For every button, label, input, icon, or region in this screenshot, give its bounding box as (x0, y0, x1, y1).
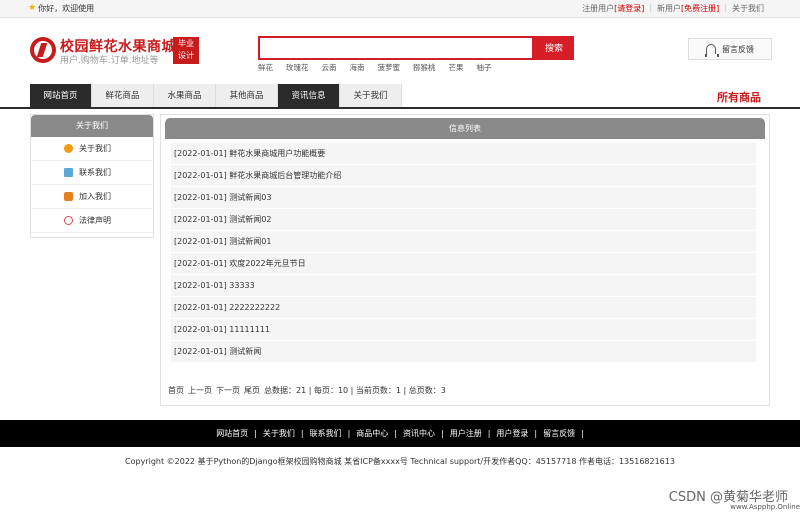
site-subtitle: 用户.购物车.订单.地址等 (60, 56, 159, 66)
hotword-link[interactable]: 柚子 (477, 62, 492, 73)
tab-about[interactable]: 关于我们 (340, 84, 402, 108)
sidebar-item-label: 联系我们 (79, 168, 111, 177)
hotword-link[interactable]: 云南 (322, 62, 337, 73)
sidebar-item-join[interactable]: 加入我们 (31, 185, 153, 209)
tab-news[interactable]: 资讯信息 (278, 84, 340, 108)
feedback-label: 留言反馈 (722, 44, 754, 54)
hotword-link[interactable]: 猕猴桃 (413, 62, 436, 73)
news-item[interactable]: [2022-01-01] 欢度2022年元旦节日 (171, 253, 756, 275)
news-item[interactable]: [2022-01-01] 11111111 (171, 319, 756, 341)
reg-user-text: 注册用户 (582, 4, 615, 13)
divider: | (649, 3, 653, 12)
top-bar: ★ 你好，欢迎使用 注册用户 [请登录] | 新用户 [免费注册] | 关于我们 (0, 0, 800, 18)
search-button[interactable]: 搜索 (534, 36, 574, 60)
footer-link-feedback[interactable]: 留言反馈 (543, 428, 575, 439)
divider: | (394, 429, 397, 438)
sidebar-item-label: 加入我们 (79, 192, 111, 201)
new-user-text: 新用户 (657, 4, 682, 13)
divider: | (347, 429, 351, 438)
badge-line-2: 设计 (178, 51, 194, 60)
info-list-panel: 信息列表 [2022-01-01] 鲜花水果商城用户功能概要 [2022-01-… (160, 114, 770, 406)
star-icon: ★ (28, 3, 37, 13)
nav-divider (0, 107, 800, 109)
sidebar-item-contact[interactable]: 联系我们 (31, 161, 153, 185)
welcome: ★ 你好，欢迎使用 (28, 3, 94, 14)
tab-fruits[interactable]: 水果商品 (154, 84, 216, 108)
sidebar-title: 关于我们 (31, 115, 153, 137)
badge-line-1: 毕业 (178, 39, 194, 48)
news-item[interactable]: [2022-01-01] 测试新闻 (171, 341, 756, 363)
news-item[interactable]: [2022-01-01] 鲜花水果商城后台管理功能介绍 (171, 165, 756, 187)
divider: | (254, 429, 257, 438)
tab-home[interactable]: 网站首页 (30, 84, 92, 108)
divider: | (300, 429, 304, 438)
news-item[interactable]: [2022-01-01] 2222222222 (171, 297, 756, 319)
pagination: 首页 上一页 下一页 尾页 总数据：21 | 每页：10 | 当前页数：1 | … (168, 385, 446, 396)
last-page-link[interactable]: 尾页 (244, 385, 260, 396)
sidebar-item-label: 关于我们 (79, 144, 111, 153)
lock-icon (64, 192, 73, 201)
headset-icon (705, 44, 719, 57)
news-item[interactable]: [2022-01-01] 测试新闻01 (171, 231, 756, 253)
news-item[interactable]: [2022-01-01] 测试新闻03 (171, 187, 756, 209)
hot-keywords: 鲜花 玫瑰花 云南 海南 菠萝蜜 猕猴桃 芒果 柚子 (258, 62, 505, 73)
power-icon (64, 216, 73, 225)
hotword-link[interactable]: 菠萝蜜 (378, 62, 401, 73)
footer-link-goods[interactable]: 商品中心 (356, 428, 388, 439)
hotword-link[interactable]: 海南 (350, 62, 365, 73)
register-link[interactable]: [免费注册] (681, 3, 719, 14)
hotword-link[interactable]: 玫瑰花 (286, 62, 309, 73)
sidebar-item-legal[interactable]: 法律声明 (31, 209, 153, 233)
hotword-link[interactable]: 鲜花 (258, 62, 273, 73)
news-list: [2022-01-01] 鲜花水果商城用户功能概要 [2022-01-01] 鲜… (171, 143, 756, 363)
divider: | (534, 429, 538, 438)
news-item[interactable]: [2022-01-01] 鲜花水果商城用户功能概要 (171, 143, 756, 165)
next-page-link[interactable]: 下一页 (216, 385, 240, 396)
watermark-url: www.Aspphp.Online (730, 503, 800, 511)
logo-icon[interactable] (30, 37, 56, 63)
sidebar: 关于我们 关于我们 联系我们 加入我们 法律声明 (30, 114, 154, 238)
search-input[interactable] (258, 36, 534, 60)
all-goods-link[interactable]: 所有商品 (717, 89, 761, 105)
sidebar-item-about[interactable]: 关于我们 (31, 137, 153, 161)
tab-flowers[interactable]: 鲜花商品 (92, 84, 154, 108)
copyright: Copyright ©2022 基于Python的Django框架校园购物商城 … (125, 457, 675, 466)
footer-link-login[interactable]: 用户登录 (496, 428, 528, 439)
login-link[interactable]: [请登录] (614, 3, 644, 14)
footer-links: 网站首页 | 关于我们 | 联系我们 | 商品中心 | 资讯中心 | 用户注册 | 用户登录… (0, 420, 800, 447)
news-item[interactable]: [2022-01-01] 测试新闻02 (171, 209, 756, 231)
footer-link-register[interactable]: 用户注册 (450, 428, 482, 439)
top-links: 注册用户 [请登录] | 新用户 [免费注册] | 关于我们 (582, 3, 764, 14)
footer-link-contact[interactable]: 联系我们 (310, 428, 342, 439)
footer-link-news[interactable]: 资讯中心 (403, 428, 435, 439)
first-page-link[interactable]: 首页 (168, 385, 184, 396)
hotword-link[interactable]: 芒果 (449, 62, 464, 73)
sidebar-item-label: 法律声明 (79, 216, 111, 225)
welcome-text: 你好，欢迎使用 (38, 4, 95, 13)
panel-title: 信息列表 (165, 118, 765, 139)
footer-link-about[interactable]: 关于我们 (263, 428, 295, 439)
pager-stats: 总数据：21 | 每页：10 | 当前页数：1 | 总页数：3 (264, 386, 446, 395)
divider: | (581, 429, 584, 438)
prev-page-link[interactable]: 上一页 (188, 385, 212, 396)
main-nav: 网站首页 鲜花商品 水果商品 其他商品 资讯信息 关于我们 (30, 84, 402, 108)
news-item[interactable]: [2022-01-01] 33333 (171, 275, 756, 297)
divider: | (487, 429, 491, 438)
document-icon (64, 168, 73, 177)
person-icon (64, 144, 73, 153)
graduation-badge: 毕业 设计 (173, 37, 199, 64)
footer-link-home[interactable]: 网站首页 (216, 428, 248, 439)
about-link[interactable]: 关于我们 (732, 3, 764, 14)
tab-others[interactable]: 其他商品 (216, 84, 278, 108)
feedback-button[interactable]: 留言反馈 (688, 38, 772, 60)
divider: | (724, 3, 727, 12)
divider: | (441, 429, 444, 438)
